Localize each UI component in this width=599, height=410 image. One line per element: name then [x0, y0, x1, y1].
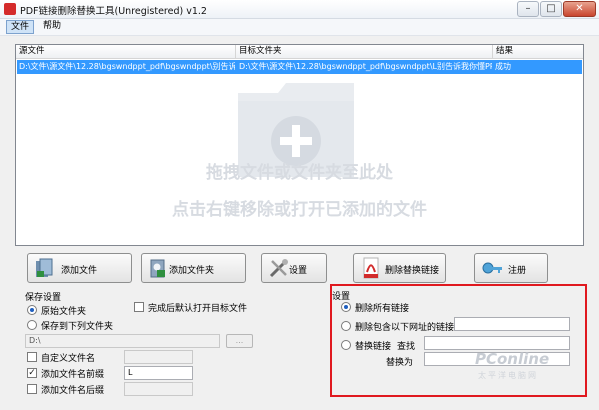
- menu-help[interactable]: 帮助: [39, 20, 65, 34]
- original-folder-radio[interactable]: [27, 305, 37, 315]
- original-folder-label: 原始文件夹: [41, 307, 87, 317]
- menu-file[interactable]: 文件: [6, 20, 35, 34]
- maximize-button[interactable]: □: [540, 1, 562, 17]
- drop-hint-primary: 拖拽文件或文件夹至此处: [206, 163, 393, 183]
- add-suffix-label: 添加文件名后缀: [41, 386, 105, 396]
- close-button[interactable]: ✕: [563, 1, 596, 17]
- delete-replace-links-label: 删除替换链接: [385, 266, 440, 276]
- add-file-label: 添加文件: [61, 266, 98, 276]
- register-button[interactable]: 注册: [474, 253, 548, 283]
- minimize-button[interactable]: –: [517, 1, 539, 17]
- watermark-sub: 太平洋电脑网: [478, 371, 538, 380]
- add-suffix-checkbox[interactable]: [27, 384, 37, 394]
- add-prefix-checkbox[interactable]: ✓: [27, 368, 37, 378]
- save-settings-title: 保存设置: [25, 293, 62, 303]
- save-to-folder-radio[interactable]: [27, 320, 37, 330]
- title-bar: PDF链接删除替换工具(Unregistered) v1.2 – □ ✕: [0, 0, 599, 19]
- table-row[interactable]: D:\文件\源文件\12.28\bgswndppt_pdf\bgswndppt\…: [17, 60, 582, 74]
- open-after-checkbox[interactable]: [134, 302, 144, 312]
- document-add-icon: [36, 258, 53, 277]
- file-list-header: 源文件 目标文件夹 结果: [16, 45, 583, 59]
- folder-add-icon: [150, 259, 165, 278]
- suffix-field[interactable]: [124, 382, 193, 396]
- key-icon: [482, 262, 502, 274]
- menu-bar: 文件 帮助: [0, 19, 599, 36]
- pdf-link-icon: [363, 257, 379, 279]
- open-after-label: 完成后默认打开目标文件: [148, 304, 248, 314]
- tools-icon: [269, 259, 288, 278]
- row-target-folder: D:\文件\源文件\12.28\bgswndppt_pdf\bgswndppt\…: [239, 62, 492, 71]
- column-target-folder[interactable]: 目标文件夹: [236, 45, 493, 59]
- column-result[interactable]: 结果: [493, 45, 583, 59]
- add-folder-label: 添加文件夹: [169, 266, 215, 276]
- add-prefix-label: 添加文件名前缀: [41, 370, 105, 380]
- save-to-folder-label: 保存到下列文件夹: [41, 322, 114, 332]
- highlight-box: [330, 284, 587, 397]
- custom-filename-checkbox[interactable]: [27, 352, 37, 362]
- add-file-button[interactable]: 添加文件: [27, 253, 132, 283]
- pdf-app-icon: [4, 3, 16, 15]
- watermark-brand: PConline: [475, 350, 550, 368]
- drop-hint-secondary: 点击右键移除或打开已添加的文件: [172, 200, 427, 220]
- custom-filename-field[interactable]: [124, 350, 193, 364]
- delete-replace-links-button[interactable]: 删除替换链接: [353, 253, 446, 283]
- file-list[interactable]: 源文件 目标文件夹 结果 D:\文件\源文件\12.28\bgswndppt_p…: [15, 44, 584, 246]
- prefix-field[interactable]: L: [124, 366, 193, 380]
- settings-button[interactable]: 设置: [261, 253, 327, 283]
- add-folder-button[interactable]: 添加文件夹: [141, 253, 246, 283]
- row-source-file: D:\文件\源文件\12.28\bgswndppt_pdf\bgswndppt\…: [19, 62, 235, 71]
- settings-label: 设置: [289, 266, 308, 276]
- browse-button[interactable]: ...: [226, 334, 253, 348]
- custom-filename-label: 自定义文件名: [41, 354, 96, 364]
- column-source-file[interactable]: 源文件: [16, 45, 236, 59]
- row-result: 成功: [495, 62, 511, 71]
- target-folder-field[interactable]: D:\: [25, 334, 220, 348]
- register-label: 注册: [508, 266, 527, 276]
- window-title: PDF链接删除替换工具(Unregistered) v1.2: [20, 6, 207, 17]
